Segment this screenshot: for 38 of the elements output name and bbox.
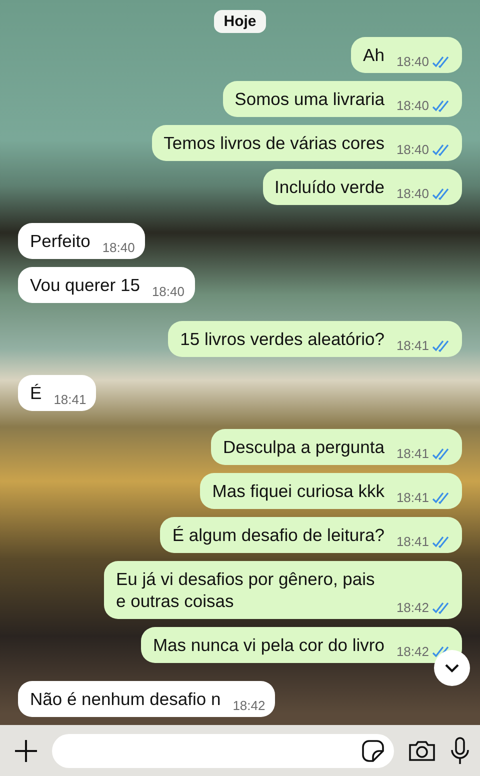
message-time: 18:40 <box>396 142 429 157</box>
plus-button[interactable] <box>14 738 38 762</box>
message-time: 18:42 <box>396 644 429 659</box>
message-text: 15 livros verdes aleatório? <box>180 328 384 350</box>
message-text: Temos livros de várias cores <box>164 132 384 154</box>
microphone-button[interactable] <box>450 736 470 764</box>
camera-icon <box>408 740 436 762</box>
message-text: Desculpa a pergunta <box>222 436 384 458</box>
microphone-icon <box>450 736 470 764</box>
message-time: 18:40 <box>396 98 429 113</box>
message-time: 18:41 <box>396 490 429 505</box>
message-text: Não é nenhum desafio n <box>30 688 221 710</box>
message-time: 18:40 <box>396 54 429 69</box>
message-text: Incluído verde <box>274 176 384 198</box>
message-time: 18:42 <box>232 698 266 713</box>
message-time: 18:40 <box>102 240 135 255</box>
chevron-down-icon <box>444 663 460 673</box>
message-text: Mas fiquei curiosa kkk <box>212 480 384 502</box>
message-time: 18:40 <box>152 284 184 299</box>
sticker-icon <box>362 740 384 762</box>
message-time: 18:41 <box>396 338 429 353</box>
message-text: Eu já vi desafios por gênero, pais e outras coisas <box>116 568 376 612</box>
message-text: Vou querer 15 <box>30 274 140 296</box>
plus-icon <box>14 738 38 762</box>
message-text: Ah <box>363 44 384 66</box>
message-text: É <box>30 382 42 404</box>
message-text: Somos uma livraria <box>234 88 384 110</box>
message-time: 18:40 <box>396 186 429 201</box>
date-chip: Hoje <box>214 10 266 33</box>
camera-button[interactable] <box>408 740 436 762</box>
message-text: Mas nunca vi pela cor do livro <box>152 634 384 656</box>
message-text: É algum desafio de leitura? <box>172 524 384 546</box>
message-time: 18:41 <box>396 446 429 461</box>
message-time: 18:41 <box>54 392 86 407</box>
message-time: 18:42 <box>396 600 429 615</box>
message-time: 18:41 <box>396 534 429 549</box>
message-text: Perfeito <box>30 230 90 252</box>
message-input-field[interactable] <box>52 734 394 768</box>
